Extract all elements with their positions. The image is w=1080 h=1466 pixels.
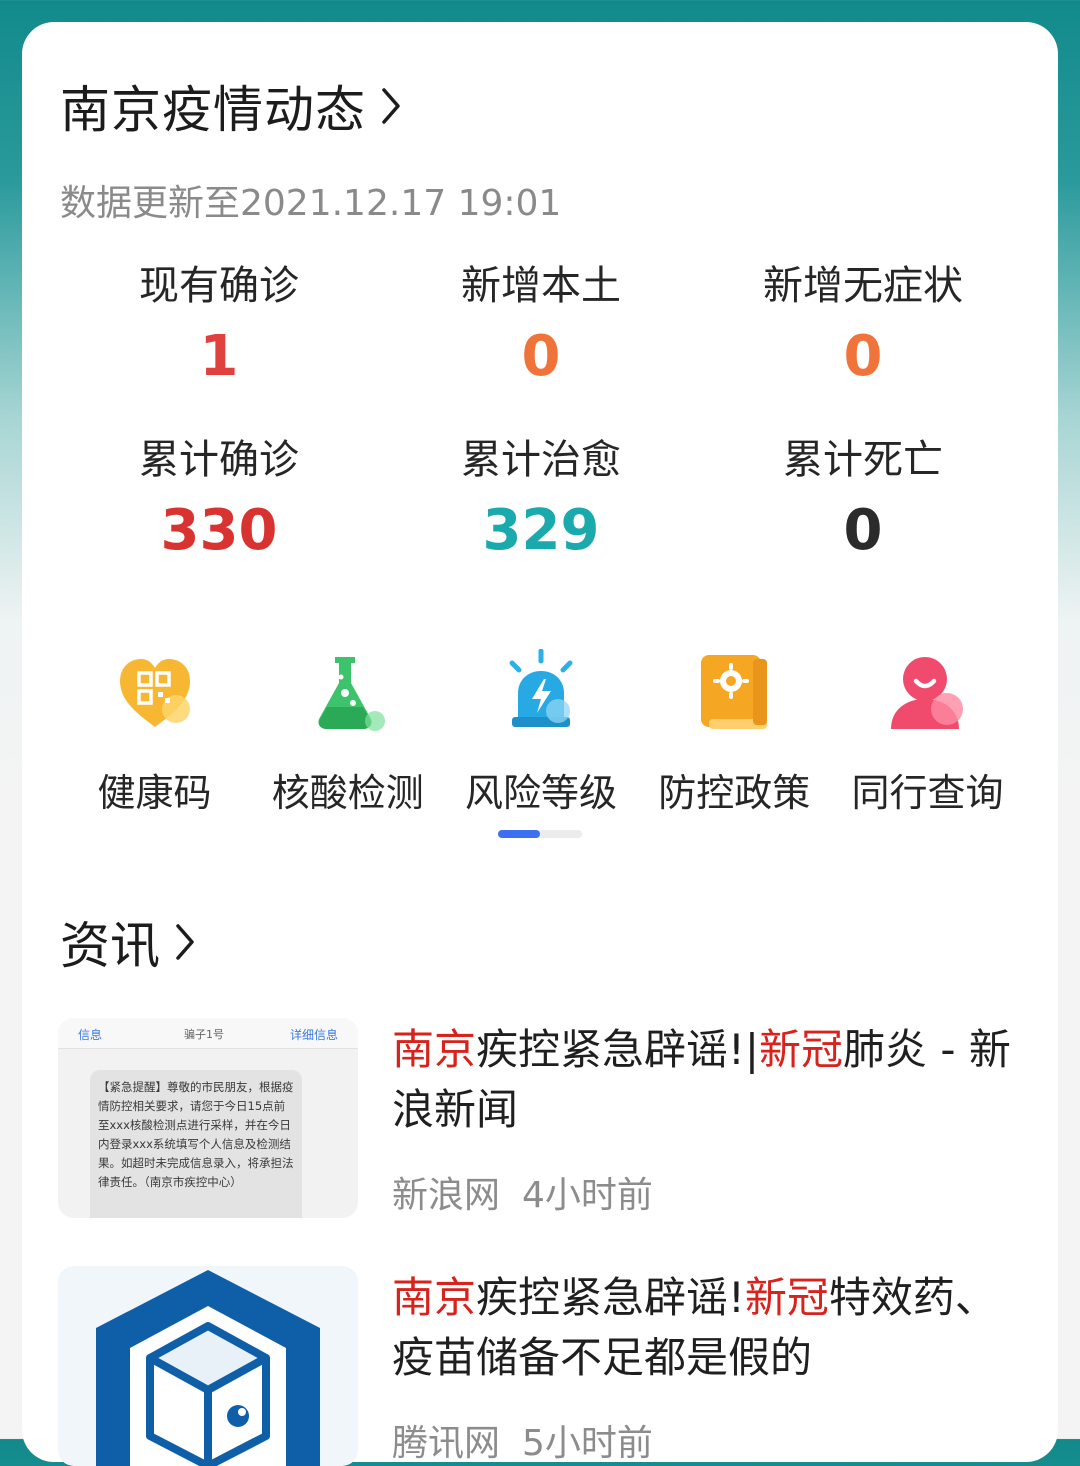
stat-total-confirmed: 累计确诊 330 — [58, 432, 380, 574]
chevron-right-icon — [176, 924, 194, 960]
news-meta: 新浪网 4小时前 — [392, 1166, 1022, 1218]
stat-value: 0 — [521, 324, 561, 389]
page-indicator — [498, 830, 582, 838]
page-title: 南京疫情动态 — [60, 81, 366, 139]
sms-contact-name: 骗子1号 — [184, 1028, 224, 1041]
service-label: 健康码 — [97, 771, 212, 815]
stat-total-deaths: 累计死亡 0 — [702, 432, 1024, 574]
news-text: 南京疾控紧急辟谣!新冠特效药、疫苗储备不足都是假的 腾讯网 5小时前 — [392, 1266, 1022, 1466]
news-source: 腾讯网 — [392, 1423, 501, 1464]
tencent-logo-image — [58, 1266, 358, 1466]
headline-part: 南京 — [392, 1025, 477, 1074]
flask-icon — [302, 646, 394, 738]
sms-message: 【紧急提醒】尊敬的市民朋友，根据疫情防控相关要求，请您于今日15点前至xxx核酸… — [90, 1070, 302, 1218]
news-headline: 南京疾控紧急辟谣!|新冠肺炎 - 新浪新闻 — [392, 1020, 1022, 1140]
headline-part: 新冠 — [759, 1025, 844, 1074]
service-policy[interactable]: 防控政策 — [638, 640, 831, 817]
headline-part: 疾控紧急辟谣!| — [476, 1025, 760, 1074]
news-item[interactable]: 信息 骗子1号 详细信息 【紧急提醒】尊敬的市民朋友，根据疫情防控相关要求，请您… — [58, 1018, 1024, 1218]
stat-value: 1 — [199, 324, 239, 389]
companion-icon — [882, 646, 974, 738]
epidemic-title-link[interactable]: 南京疫情动态 — [60, 70, 402, 142]
stat-current-confirmed: 现有确诊 1 — [58, 258, 380, 400]
service-companion-query[interactable]: 同行查询 — [831, 640, 1024, 817]
stat-value: 0 — [843, 498, 883, 563]
news-title-link[interactable]: 资讯 — [60, 906, 196, 978]
service-label: 防控政策 — [658, 771, 811, 815]
headline-part: 疾控紧急辟谣! — [476, 1273, 745, 1322]
policy-book-icon — [688, 646, 780, 738]
stat-label: 累计治愈 — [461, 437, 621, 483]
stat-label: 现有确诊 — [139, 263, 299, 309]
service-health-code[interactable]: 健康码 — [58, 640, 251, 817]
news-time: 4小时前 — [522, 1175, 653, 1216]
news-text: 南京疾控紧急辟谣!|新冠肺炎 - 新浪新闻 新浪网 4小时前 — [392, 1018, 1022, 1218]
headline-part: 新冠 — [744, 1273, 829, 1322]
service-label: 风险等级 — [464, 771, 617, 815]
sms-screenshot-image: 信息 骗子1号 详细信息 【紧急提醒】尊敬的市民朋友，根据疫情防控相关要求，请您… — [58, 1018, 358, 1218]
news-thumbnail: 信息 骗子1号 详细信息 【紧急提醒】尊敬的市民朋友，根据疫情防控相关要求，请您… — [58, 1018, 358, 1218]
stat-new-local: 新增本土 0 — [380, 258, 702, 400]
news-thumbnail — [58, 1266, 358, 1466]
news-headline: 南京疾控紧急辟谣!新冠特效药、疫苗储备不足都是假的 — [392, 1268, 1022, 1388]
news-item[interactable]: 南京疾控紧急辟谣!新冠特效药、疫苗储备不足都是假的 腾讯网 5小时前 — [58, 1266, 1024, 1466]
page-indicator-active — [498, 830, 540, 838]
stat-value: 329 — [482, 498, 600, 563]
headline-part: 南京 — [392, 1273, 477, 1322]
service-shortcuts: 健康码 核酸检测 风险等级 防控政策 同行查询 — [58, 640, 1024, 817]
chevron-right-icon — [382, 88, 400, 124]
health-code-icon — [109, 646, 201, 738]
stat-value: 330 — [160, 498, 278, 563]
stat-label: 累计死亡 — [783, 437, 943, 483]
stat-label: 新增本土 — [461, 263, 621, 309]
news-time: 5小时前 — [522, 1423, 653, 1464]
sms-detail-label: 详细信息 — [289, 1028, 338, 1042]
epidemic-card: 南京疫情动态 数据更新至2021.12.17 19:01 现有确诊 1 新增本土… — [22, 22, 1058, 1466]
alarm-icon — [495, 646, 587, 738]
service-risk-level[interactable]: 风险等级 — [445, 640, 638, 817]
stat-value: 0 — [843, 324, 883, 389]
update-time: 数据更新至2021.12.17 19:01 — [60, 183, 562, 224]
stat-total-cured: 累计治愈 329 — [380, 432, 702, 574]
sms-back-label: 信息 — [78, 1028, 103, 1042]
news-source: 新浪网 — [392, 1175, 501, 1216]
stat-new-asymptomatic: 新增无症状 0 — [702, 258, 1024, 400]
stat-label: 新增无症状 — [763, 263, 963, 309]
stats-grid: 现有确诊 1 新增本土 0 新增无症状 0 累计确诊 330 累计治愈 329 … — [58, 258, 1024, 574]
service-label: 核酸检测 — [271, 771, 424, 815]
stat-label: 累计确诊 — [139, 437, 299, 483]
sms-header: 信息 骗子1号 详细信息 — [58, 1018, 358, 1049]
news-meta: 腾讯网 5小时前 — [392, 1414, 1022, 1466]
news-section-title: 资讯 — [60, 917, 160, 975]
service-nucleic-test[interactable]: 核酸检测 — [251, 640, 444, 817]
service-label: 同行查询 — [851, 771, 1004, 815]
